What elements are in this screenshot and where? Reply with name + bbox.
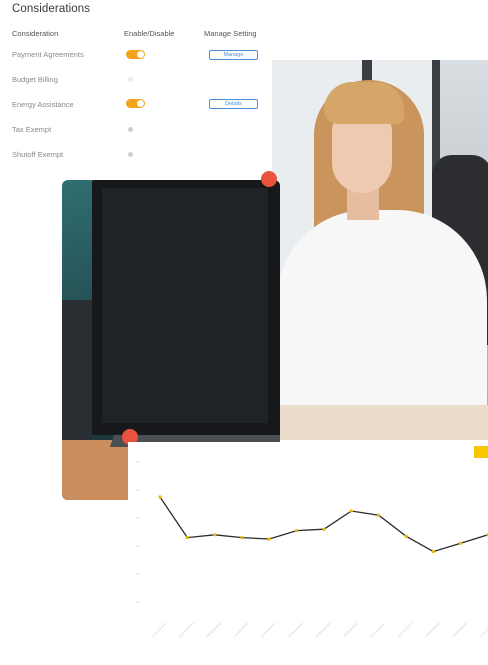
- x-tick-mark: [397, 622, 413, 638]
- panel-title: Considerations: [12, 3, 91, 15]
- x-tick-mark: [151, 622, 167, 638]
- x-tick-mark: [479, 627, 488, 638]
- x-tick-mark: [315, 622, 331, 638]
- toggle-on-icon[interactable]: [126, 50, 145, 59]
- computer-monitor: [92, 180, 280, 435]
- data-point: [240, 536, 244, 540]
- x-tick-mark: [369, 622, 386, 638]
- x-tick-mark: [178, 622, 195, 638]
- data-point: [404, 534, 408, 538]
- manage-button[interactable]: Manage: [209, 50, 258, 60]
- data-point: [267, 537, 271, 541]
- row-label-energy-assistance: Energy Assistance: [12, 100, 74, 109]
- row-label-budget-billing: Budget Billing: [12, 75, 58, 84]
- data-point: [431, 550, 435, 554]
- data-point: [185, 536, 189, 540]
- x-tick-mark: [451, 622, 468, 638]
- column-header-enable: Enable/Disable: [124, 29, 175, 38]
- data-point: [158, 495, 162, 499]
- series-line: [159, 496, 488, 553]
- considerations-panel: Considerations Consideration Enable/Disa…: [0, 0, 290, 175]
- toggle-on-icon[interactable]: [126, 99, 145, 108]
- line-chart: [136, 461, 488, 638]
- column-header-consideration: Consideration: [12, 29, 59, 38]
- data-point: [322, 527, 326, 531]
- data-point: [377, 513, 381, 517]
- x-tick-mark: [342, 622, 359, 638]
- office-photo: [272, 60, 488, 440]
- row-label-tax-exempt: Tax Exempt: [12, 125, 52, 134]
- x-tick-mark: [424, 622, 441, 638]
- monitor-screen: [102, 188, 268, 423]
- data-point: [459, 541, 463, 545]
- row-label-payment-agreements: Payment Agreements: [12, 50, 84, 59]
- accent-dot: [261, 171, 277, 187]
- row-label-shutoff-exempt: Shutoff Exempt: [12, 150, 64, 159]
- x-tick-mark: [205, 622, 222, 638]
- desk-surface: [272, 405, 488, 440]
- data-point: [213, 533, 217, 537]
- x-tick-mark: [233, 622, 249, 638]
- x-tick-mark: [287, 622, 304, 638]
- person-hair-top: [324, 82, 404, 124]
- toggle-off-icon[interactable]: [128, 152, 133, 157]
- column-header-manage: Manage Setting: [204, 29, 257, 38]
- x-tick-mark: [260, 622, 277, 638]
- toggle-off-icon[interactable]: [128, 77, 133, 82]
- toggle-off-icon[interactable]: [128, 127, 133, 132]
- details-button[interactable]: Details: [209, 99, 258, 109]
- data-point: [295, 529, 299, 533]
- data-point: [349, 509, 353, 513]
